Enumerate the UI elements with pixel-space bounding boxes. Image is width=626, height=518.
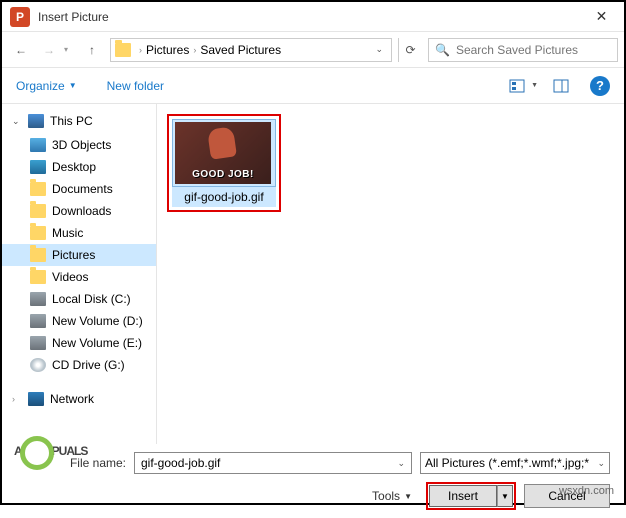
chevron-right-icon: › (193, 45, 196, 55)
tree-item[interactable]: Downloads (2, 200, 156, 222)
tree-item[interactable]: 3D Objects (2, 134, 156, 156)
tree-label: Pictures (52, 248, 95, 262)
address-bar[interactable]: › Pictures › Saved Pictures ⌄ (110, 38, 392, 62)
chevron-down-icon: ▼ (69, 81, 77, 90)
refresh-button[interactable]: ⟳ (398, 38, 422, 62)
tree-label: 3D Objects (52, 138, 111, 152)
help-button[interactable]: ? (590, 76, 610, 96)
tree-label: Documents (52, 182, 113, 196)
tree-label: Desktop (52, 160, 96, 174)
cd-icon (30, 358, 46, 372)
tree-label: Videos (52, 270, 88, 284)
search-icon: 🔍 (435, 43, 450, 57)
chevron-down-icon[interactable]: ⌄ (395, 458, 407, 469)
organize-label: Organize (16, 79, 65, 93)
filename-combo[interactable]: ⌄ (134, 452, 412, 474)
drive-icon (30, 292, 46, 306)
drive-icon (30, 336, 46, 350)
history-dropdown-icon[interactable]: ▾ (64, 45, 78, 54)
file-name-label: gif-good-job.gif (172, 187, 276, 207)
filename-label: File name: (16, 456, 126, 470)
address-dropdown-icon[interactable]: ⌄ (371, 44, 387, 55)
search-input[interactable] (454, 42, 613, 58)
breadcrumb-saved-pictures[interactable]: Saved Pictures (200, 43, 281, 57)
highlight-annotation: Insert ▼ (426, 482, 516, 510)
chevron-down-icon: ⌄ (597, 458, 605, 469)
tree-network[interactable]: › Network (2, 388, 156, 410)
tree-item[interactable]: New Volume (E:) (2, 332, 156, 354)
forward-button[interactable]: → (36, 38, 62, 62)
folder-icon (30, 270, 46, 284)
tree-label: Network (50, 392, 94, 406)
tree-item[interactable]: Desktop (2, 156, 156, 178)
app-icon: P (10, 7, 30, 27)
folder-icon (30, 204, 46, 218)
close-button[interactable]: ✕ (579, 2, 624, 32)
tree-label: Local Disk (C:) (52, 292, 131, 306)
tree-item[interactable]: New Volume (D:) (2, 310, 156, 332)
tools-label: Tools (372, 489, 400, 503)
this-pc-icon (28, 114, 44, 128)
thumbnail-caption: GOOD JOB! (192, 169, 254, 180)
back-button[interactable]: ← (8, 38, 34, 62)
highlight-annotation: GOOD JOB! gif-good-job.gif (167, 114, 281, 212)
caret-right-icon: › (12, 394, 22, 404)
file-type-filter[interactable]: All Pictures (*.emf;*.wmf;*.jpg;* ⌄ (420, 452, 610, 474)
up-button[interactable]: ↑ (80, 38, 104, 62)
filename-input[interactable] (139, 455, 395, 471)
tree-item[interactable]: Videos (2, 266, 156, 288)
tree-this-pc[interactable]: ⌄ This PC (2, 110, 156, 132)
preview-pane-button[interactable] (548, 75, 574, 97)
insert-button[interactable]: Insert (429, 485, 497, 507)
navigation-tree: ⌄ This PC 3D Objects Desktop Documents Down… (2, 104, 157, 444)
chevron-down-icon: ▼ (531, 82, 538, 89)
tree-item[interactable]: Local Disk (C:) (2, 288, 156, 310)
chevron-right-icon: › (139, 45, 142, 55)
chevron-down-icon: ▼ (404, 492, 412, 501)
search-box[interactable]: 🔍 (428, 38, 618, 62)
folder-icon (30, 182, 46, 196)
tools-menu[interactable]: Tools ▼ (372, 489, 412, 503)
tree-item[interactable]: Music (2, 222, 156, 244)
tree-item[interactable]: Documents (2, 178, 156, 200)
dialog-footer: File name: ⌄ All Pictures (*.emf;*.wmf;*… (2, 444, 624, 518)
folder-icon (115, 43, 131, 57)
tree-label: New Volume (D:) (52, 314, 143, 328)
title-bar: P Insert Picture ✕ (2, 2, 624, 32)
cancel-button[interactable]: Cancel (524, 484, 610, 508)
tree-label: CD Drive (G:) (52, 358, 125, 372)
view-mode-button[interactable]: ▼ (504, 75, 530, 97)
organize-menu[interactable]: Organize ▼ (16, 79, 77, 93)
folder-icon (30, 226, 46, 240)
new-folder-button[interactable]: New folder (107, 79, 164, 93)
desktop-icon (30, 160, 46, 174)
nav-bar: ← → ▾ ↑ › Pictures › Saved Pictures ⌄ ⟳ … (2, 32, 624, 68)
thumbnail-image: GOOD JOB! (175, 122, 271, 184)
file-thumbnail[interactable]: GOOD JOB! gif-good-job.gif (172, 119, 276, 207)
tree-label: This PC (50, 114, 93, 128)
caret-down-icon: ⌄ (12, 116, 22, 127)
file-list[interactable]: GOOD JOB! gif-good-job.gif (157, 104, 624, 444)
tree-label: Downloads (52, 204, 111, 218)
insert-dropdown-button[interactable]: ▼ (497, 485, 513, 507)
network-icon (28, 392, 44, 406)
3d-icon (30, 138, 46, 152)
tree-label: Music (52, 226, 83, 240)
tree-item[interactable]: CD Drive (G:) (2, 354, 156, 376)
window-title: Insert Picture (38, 10, 579, 24)
folder-icon (30, 248, 46, 262)
drive-icon (30, 314, 46, 328)
command-bar: Organize ▼ New folder ▼ ? (2, 68, 624, 104)
filter-text: All Pictures (*.emf;*.wmf;*.jpg;* (425, 456, 589, 470)
tree-label: New Volume (E:) (52, 336, 142, 350)
tree-item[interactable]: Pictures (2, 244, 156, 266)
breadcrumb-pictures[interactable]: Pictures (146, 43, 189, 57)
